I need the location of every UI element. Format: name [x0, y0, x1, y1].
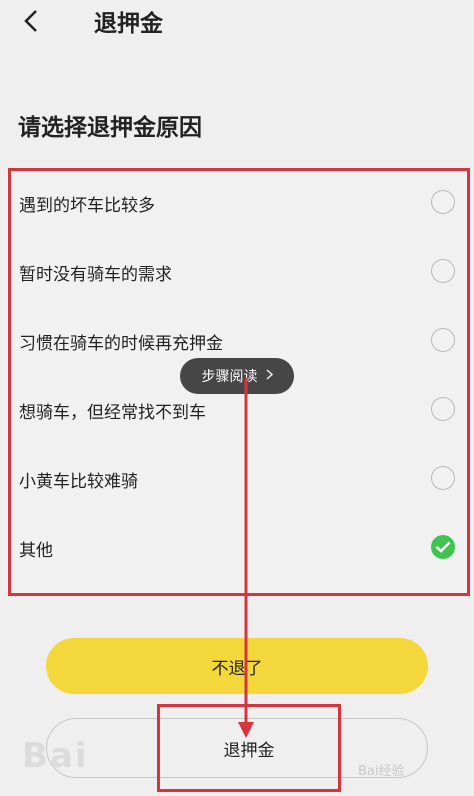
keep-deposit-button[interactable]: 不退了: [46, 638, 428, 694]
radio-button[interactable]: [431, 328, 455, 352]
reason-label: 想骑车，但经常找不到车: [19, 403, 206, 423]
reason-label: 遇到的坏车比较多: [19, 196, 155, 216]
refund-deposit-button[interactable]: 退押金: [157, 704, 341, 792]
reason-label: 暂时没有骑车的需求: [19, 265, 172, 285]
page-title: 退押金: [94, 11, 163, 37]
reason-label: 习惯在骑车的时候再充押金: [19, 334, 223, 354]
reason-label: 小黄车比较难骑: [19, 472, 138, 492]
checkmark-icon: [435, 541, 451, 553]
radio-button[interactable]: [431, 259, 455, 283]
radio-button[interactable]: [431, 190, 455, 214]
watermark-logo: Bai: [22, 736, 89, 776]
reason-item-1[interactable]: 遇到的坏车比较多: [11, 171, 467, 240]
radio-button[interactable]: [431, 397, 455, 421]
header: 退押金: [0, 0, 474, 44]
watermark-text: Bai经验: [358, 764, 405, 779]
section-title: 请选择退押金原因: [18, 115, 202, 141]
back-button[interactable]: [16, 6, 46, 36]
reason-item-6[interactable]: 其他: [11, 516, 467, 585]
radio-button[interactable]: [431, 466, 455, 490]
toast-text: 步骤阅读: [201, 369, 258, 385]
refund-button-label: 退押金: [223, 740, 275, 761]
step-reading-toast[interactable]: 步骤阅读: [180, 358, 294, 394]
reason-label: 其他: [19, 541, 53, 561]
reason-item-5[interactable]: 小黄车比较难骑: [11, 447, 467, 516]
chevron-left-icon: [24, 10, 37, 32]
reason-item-2[interactable]: 暂时没有骑车的需求: [11, 240, 467, 309]
radio-button-checked[interactable]: [431, 535, 455, 559]
chevron-right-icon: [265, 368, 273, 384]
